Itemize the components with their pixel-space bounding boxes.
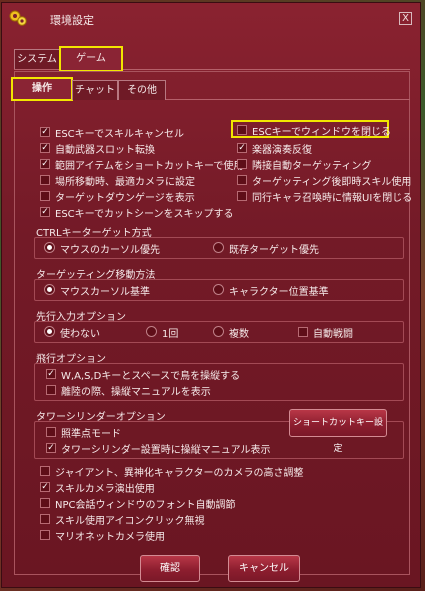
checkbox-instant-skill[interactable] (237, 175, 247, 185)
label-auto-weapon-slot: 自動武器スロット転換 (55, 145, 155, 156)
label-esc-close-window: ESCキーでウィンドウを閉じる (252, 127, 392, 138)
label-npc-font-auto: NPC会話ウィンドウのフォント自動調節 (55, 500, 236, 511)
close-button[interactable]: X (399, 12, 412, 25)
label-giant-camera-height: ジャイアント、異神化キャラクターのカメラの高さ調整 (55, 468, 304, 479)
radio-preinput-multiple[interactable] (213, 326, 224, 337)
gear-icon (9, 10, 27, 26)
checkbox-auto-adjacent-targeting[interactable] (237, 159, 247, 169)
radio-existing-target-priority[interactable] (213, 242, 224, 253)
checkbox-skill-icon-click-ignore[interactable] (40, 514, 50, 524)
label-character-position-basis: キャラクター位置基準 (229, 287, 329, 298)
label-aim-mode: 照準点モード (61, 429, 121, 440)
label-close-companion-ui: 同行キャラ召喚時に情報UIを閉じる (252, 193, 413, 204)
label-preinput-once: 1回 (162, 329, 179, 340)
checkbox-npc-font-auto[interactable] (40, 498, 50, 508)
checkbox-giant-camera-height[interactable] (40, 466, 50, 476)
title-bar[interactable]: 環境設定 X (2, 3, 420, 33)
label-preinput-multiple: 複数 (229, 329, 249, 340)
tab-game[interactable]: ゲーム (59, 46, 123, 72)
settings-window: 環境設定 X システム ゲーム 操作 チャット その他 ✓ ESCキーでスキルキ… (1, 2, 421, 588)
radio-mouse-cursor-priority[interactable] (44, 242, 55, 253)
label-wasd-bird: W,A,S,Dキーとスペースで鳥を操縦する (61, 371, 241, 382)
checkbox-auto-battle[interactable] (298, 327, 308, 337)
label-auto-adjacent-targeting: 隣接自動ターゲッティング (252, 161, 372, 172)
radio-preinput-once[interactable] (146, 326, 157, 337)
tab-system[interactable]: システム (14, 49, 60, 69)
tab-controls[interactable]: 操作 (11, 77, 73, 101)
checkbox-takeoff-manual[interactable] (46, 385, 56, 395)
checkbox-esc-skill-cancel[interactable]: ✓ (40, 127, 50, 137)
radio-character-position-basis[interactable] (213, 284, 224, 295)
label-target-down-gauge: ターゲットダウンゲージを表示 (55, 193, 195, 204)
checkbox-marionette-camera[interactable] (40, 530, 50, 540)
ok-button[interactable]: 確認 (140, 555, 200, 582)
label-optimal-camera: 場所移動時、最適カメラに設定 (55, 177, 195, 188)
checkbox-instrument-repeat[interactable]: ✓ (237, 143, 247, 153)
radio-mouse-cursor-basis[interactable] (44, 284, 55, 295)
label-range-item-shortcut: 範囲アイテムをショートカットキーで使用 (55, 161, 244, 172)
tab-chat[interactable]: チャット (72, 80, 118, 100)
label-mouse-cursor-priority: マウスのカーソル優先 (60, 245, 160, 256)
label-skill-camera: スキルカメラ演出使用 (55, 484, 155, 495)
label-tower-manual: タワーシリンダー設置時に操縦マニュアル表示 (61, 445, 271, 456)
label-auto-battle: 自動戦闘 (313, 329, 353, 340)
checkbox-range-item-shortcut[interactable]: ✓ (40, 159, 50, 169)
checkbox-target-down-gauge[interactable] (40, 191, 50, 201)
radio-preinput-none[interactable] (44, 326, 55, 337)
checkbox-tower-manual[interactable]: ✓ (46, 443, 56, 453)
label-instant-skill: ターゲッティング後即時スキル使用 (252, 177, 412, 188)
label-esc-skill-cancel: ESCキーでスキルキャンセル (55, 129, 185, 140)
label-preinput-none: 使わない (60, 329, 100, 340)
label-takeoff-manual: 離陸の際、操縦マニュアルを表示 (61, 387, 211, 398)
checkbox-skill-camera[interactable]: ✓ (40, 482, 50, 492)
cancel-button[interactable]: キャンセル (228, 555, 300, 582)
label-skill-icon-click-ignore: スキル使用アイコンクリック無視 (55, 516, 205, 527)
checkbox-optimal-camera[interactable] (40, 175, 50, 185)
checkbox-esc-skip-cutscene[interactable]: ✓ (40, 207, 50, 217)
checkbox-aim-mode[interactable] (46, 427, 56, 437)
window-title: 環境設定 (50, 14, 94, 27)
checkbox-wasd-bird[interactable]: ✓ (46, 369, 56, 379)
shortcut-settings-button[interactable]: ショートカットキー設定 (289, 409, 387, 454)
label-instrument-repeat: 楽器演奏反復 (252, 145, 312, 156)
checkbox-auto-weapon-slot[interactable]: ✓ (40, 143, 50, 153)
label-marionette-camera: マリオネットカメラ使用 (55, 532, 165, 543)
checkbox-esc-close-window[interactable] (237, 125, 247, 135)
tab-other[interactable]: その他 (118, 80, 166, 100)
label-esc-skip-cutscene: ESCキーでカットシーンをスキップする (55, 209, 234, 220)
label-existing-target-priority: 既存ターゲット優先 (229, 245, 319, 256)
checkbox-close-companion-ui[interactable] (237, 191, 247, 201)
label-mouse-cursor-basis: マウスカーソル基準 (60, 287, 150, 298)
